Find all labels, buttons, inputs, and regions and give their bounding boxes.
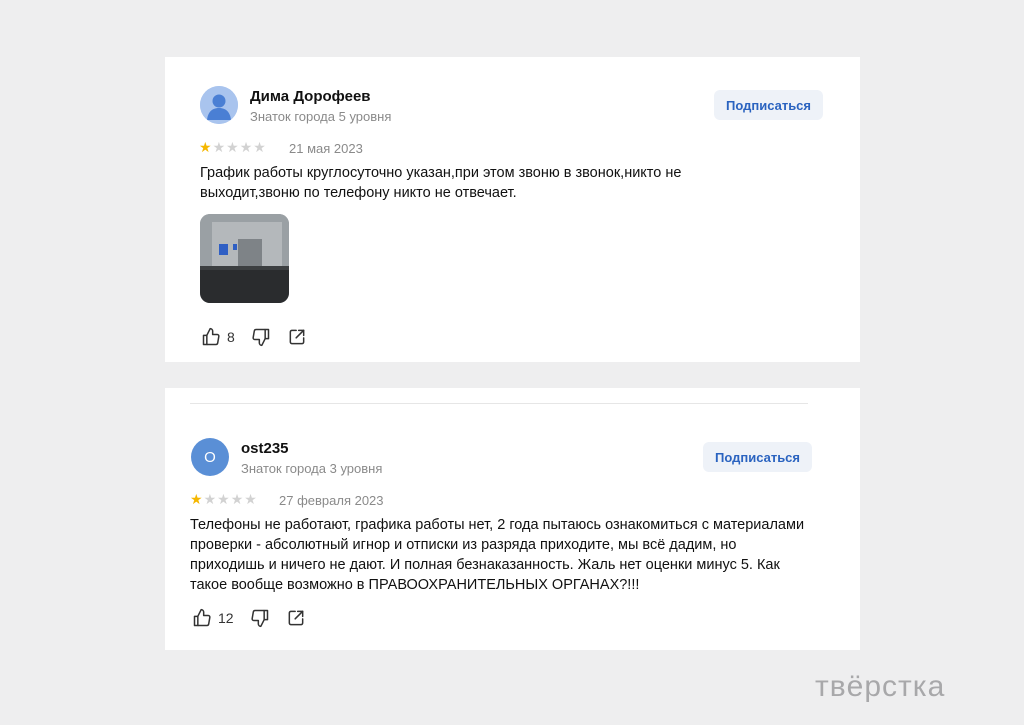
review-date: 21 мая 2023: [289, 141, 363, 156]
star-icon: ★: [244, 491, 257, 507]
star-icon: ★: [203, 491, 217, 507]
like-button[interactable]: 12: [192, 608, 234, 628]
thumbs-down-icon: [250, 609, 268, 628]
author-name[interactable]: Дима Дорофеев: [250, 88, 371, 105]
star-icon: ★: [212, 139, 226, 155]
avatar[interactable]: [200, 86, 238, 124]
like-count: 12: [218, 610, 234, 626]
review-text: Телефоны не работают, графика работы нет…: [190, 517, 805, 593]
author-level: Знаток города 3 уровня: [241, 461, 383, 476]
star-icon: ★: [190, 491, 203, 507]
like-button[interactable]: 8: [201, 327, 235, 347]
share-button[interactable]: [287, 327, 307, 347]
share-icon: [288, 610, 303, 626]
thumbs-up-icon: [193, 608, 211, 627]
review-photo[interactable]: [200, 214, 289, 303]
rating-stars: ★ ★ ★ ★ ★: [199, 140, 266, 154]
star-icon: ★: [226, 139, 239, 155]
subscribe-button[interactable]: Подписаться: [703, 442, 813, 472]
divider: [190, 403, 808, 404]
avatar[interactable]: O: [191, 438, 229, 476]
watermark-logo: твёрстка: [815, 670, 946, 703]
star-icon: ★: [239, 139, 253, 155]
share-button[interactable]: [286, 608, 306, 628]
like-count: 8: [227, 329, 235, 345]
star-icon: ★: [253, 139, 266, 155]
thumbs-up-icon: [202, 327, 220, 346]
photo-thumbnail: [200, 214, 289, 303]
dislike-button[interactable]: [251, 327, 271, 347]
star-icon: ★: [199, 139, 212, 155]
review-actions: 8: [201, 327, 323, 347]
author-level: Знаток города 5 уровня: [250, 109, 392, 124]
review-text: График работы круглосуточно указан,при э…: [200, 165, 682, 201]
share-icon: [289, 329, 305, 345]
review-date: 27 февраля 2023: [279, 493, 384, 508]
author-name[interactable]: ost235: [241, 440, 289, 457]
star-icon: ★: [230, 491, 244, 507]
review-card: O ost235 Знаток города 3 уровня Подписат…: [165, 388, 860, 650]
rating-stars: ★ ★ ★ ★ ★: [190, 492, 257, 506]
thumbs-down-icon: [252, 328, 270, 347]
subscribe-button[interactable]: Подписаться: [714, 90, 824, 120]
user-avatar-icon: [200, 86, 238, 124]
review-actions: 12: [192, 608, 322, 628]
review-card: Дима Дорофеев Знаток города 5 уровня Под…: [165, 57, 860, 362]
star-icon: ★: [217, 491, 230, 507]
dislike-button[interactable]: [250, 608, 270, 628]
